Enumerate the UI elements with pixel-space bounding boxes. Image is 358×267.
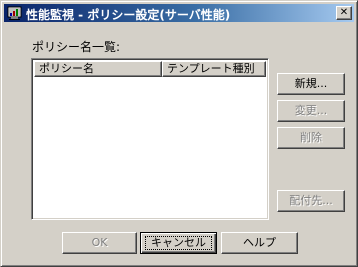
ok-button[interactable]: OK: [62, 232, 137, 254]
policy-list-label: ポリシー名一覧:: [32, 40, 121, 54]
distribute-button[interactable]: 配付先...: [277, 190, 345, 212]
delete-button[interactable]: 削除: [277, 127, 345, 149]
title-bar[interactable]: 性能監視 - ポリシー設定(サーバ性能) ✕: [4, 4, 354, 22]
policy-list[interactable]: ポリシー名 テンプレート種別: [31, 58, 269, 220]
close-icon: ✕: [339, 7, 349, 18]
edit-button[interactable]: 変更...: [277, 100, 345, 122]
column-header-policy-name[interactable]: ポリシー名: [34, 61, 162, 77]
window-title: 性能監視 - ポリシー設定(サーバ性能): [26, 8, 231, 22]
list-header: ポリシー名 テンプレート種別: [34, 61, 266, 77]
cancel-button[interactable]: キャンセル: [140, 232, 217, 254]
column-header-template-type[interactable]: テンプレート種別: [162, 61, 266, 77]
policy-settings-dialog: 性能監視 - ポリシー設定(サーバ性能) ✕ ポリシー名一覧: ポリシー名 テン…: [0, 0, 358, 267]
cancel-button-label: キャンセル: [151, 236, 206, 249]
monitor-chart-icon: [7, 6, 22, 20]
help-button[interactable]: ヘルプ: [221, 232, 298, 254]
new-button[interactable]: 新規...: [277, 73, 345, 95]
close-button[interactable]: ✕: [336, 6, 352, 20]
